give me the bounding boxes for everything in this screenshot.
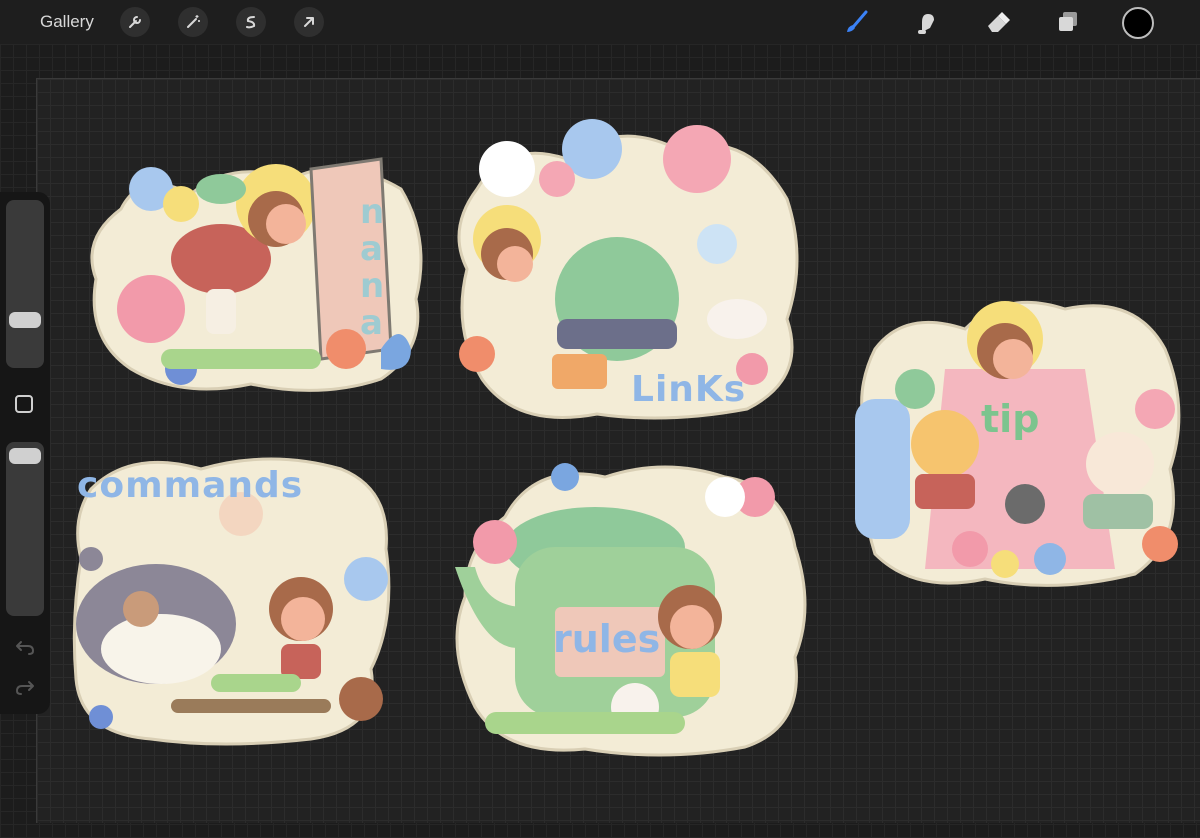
top-toolbar: Gallery xyxy=(0,0,1200,44)
layers-button[interactable] xyxy=(1052,6,1084,38)
layers-icon xyxy=(1059,12,1077,31)
selection-button[interactable] xyxy=(236,7,266,37)
gallery-button[interactable]: Gallery xyxy=(40,12,94,32)
sticker-tip-title: tip xyxy=(981,397,1040,441)
eraser-tool-button[interactable] xyxy=(982,6,1014,38)
transform-arrow-icon xyxy=(304,17,314,27)
sticker-nana-title: nana xyxy=(360,192,385,343)
sticker-nana[interactable]: nana xyxy=(81,149,426,399)
color-picker-button[interactable] xyxy=(1122,7,1154,39)
brush-size-knob[interactable] xyxy=(9,312,41,328)
undo-icon[interactable] xyxy=(14,638,36,656)
brush-tool-button[interactable] xyxy=(840,6,872,38)
sticker-tip[interactable]: tip xyxy=(855,289,1185,594)
sticker-rules[interactable]: rules xyxy=(445,457,815,762)
smudge-tool-button[interactable] xyxy=(910,6,942,38)
actions-button[interactable] xyxy=(120,7,150,37)
opacity-slider[interactable] xyxy=(6,442,44,616)
sticker-rules-title: rules xyxy=(553,617,661,661)
brush-icon xyxy=(847,10,868,32)
sidebar xyxy=(0,192,50,714)
eraser-icon xyxy=(988,12,1010,32)
adjustments-button[interactable] xyxy=(178,7,208,37)
sticker-commands[interactable]: commands xyxy=(71,449,396,754)
sticker-links-title: LinKs xyxy=(631,369,747,410)
modify-button[interactable] xyxy=(15,395,33,413)
opacity-knob[interactable] xyxy=(9,448,41,464)
sticker-commands-title: commands xyxy=(77,465,304,506)
brush-size-slider[interactable] xyxy=(6,200,44,368)
redo-icon[interactable] xyxy=(14,678,36,696)
transform-button[interactable] xyxy=(294,7,324,37)
smudge-icon xyxy=(918,14,934,34)
wrench-icon xyxy=(129,16,141,28)
selection-s-icon xyxy=(246,16,256,29)
magic-wand-icon xyxy=(187,15,200,28)
drawing-canvas[interactable]: nana LinKs tip commands rules xyxy=(36,78,1200,823)
sticker-links[interactable]: LinKs xyxy=(447,119,807,434)
